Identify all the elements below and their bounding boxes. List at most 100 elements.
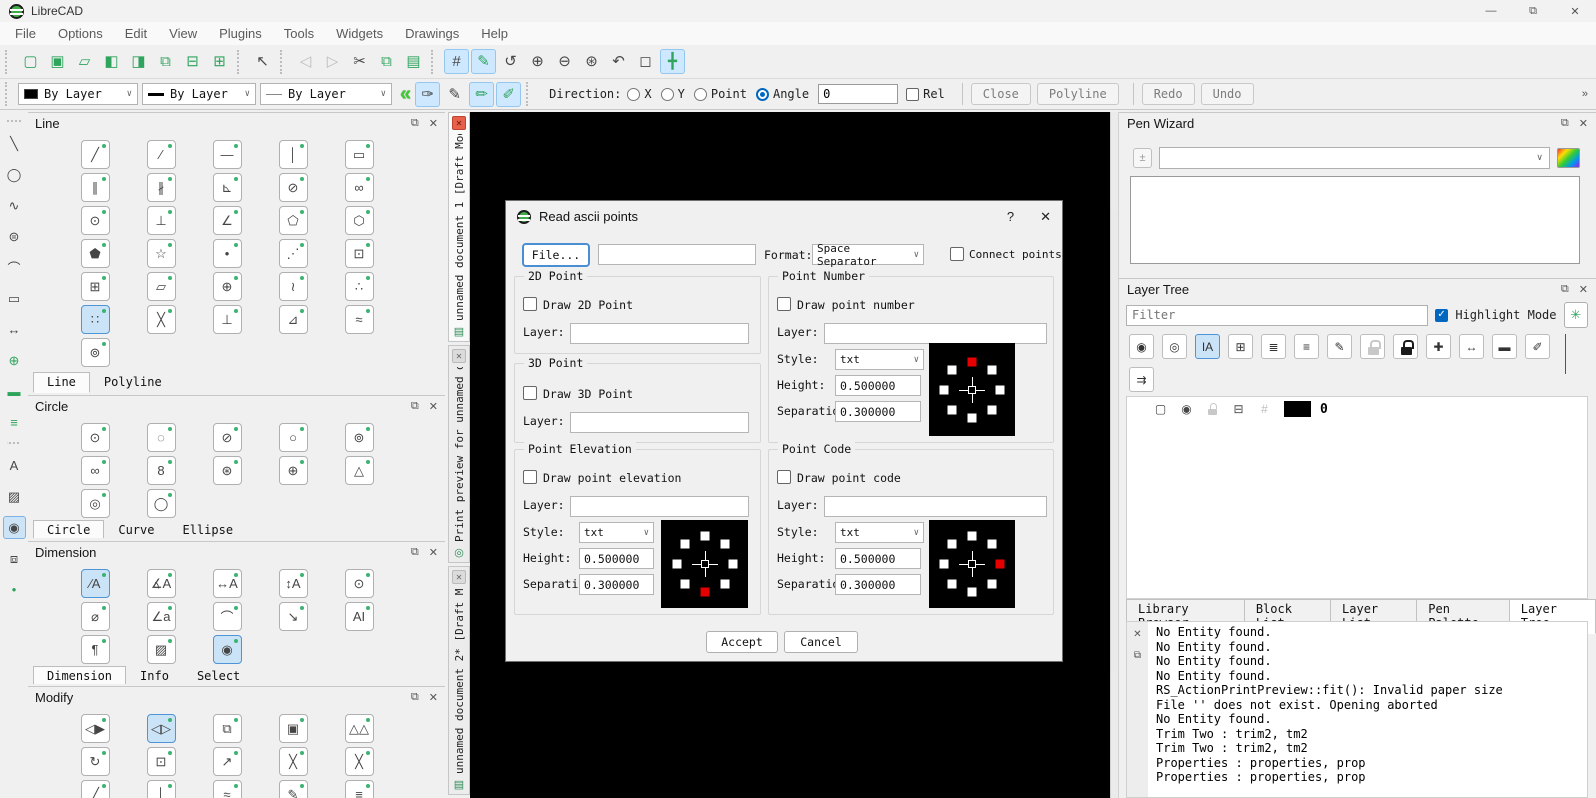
modify-rotate[interactable]: ↻ bbox=[81, 747, 110, 776]
points-chain[interactable]: ∴ bbox=[345, 272, 374, 301]
close-button[interactable]: ✕ bbox=[1554, 0, 1596, 22]
draw-3d-point-checkbox[interactable] bbox=[523, 386, 537, 400]
style-number-select[interactable]: txt ∨ bbox=[835, 349, 924, 370]
circle-point-pattern[interactable]: ⊚ bbox=[81, 338, 110, 367]
line-tangent-two-circles[interactable]: ∞ bbox=[345, 173, 374, 202]
parallelogram[interactable]: ▱ bbox=[147, 272, 176, 301]
draw-point-code-checkbox[interactable] bbox=[777, 470, 791, 484]
menu-plugins[interactable]: Plugins bbox=[208, 23, 273, 44]
dim-radial[interactable]: ⊙ bbox=[345, 569, 374, 598]
toolbar-handle[interactable] bbox=[237, 50, 246, 74]
modify-properties[interactable]: ✎ bbox=[279, 780, 308, 798]
modify-trim-two[interactable]: ╳ bbox=[345, 747, 374, 776]
layer-print-icon[interactable]: ⊟ bbox=[1229, 400, 1248, 418]
zoom-previous-button[interactable]: ↶ bbox=[606, 49, 631, 74]
dim-vertical[interactable]: ↕A bbox=[279, 569, 308, 598]
layers-sort-top-button[interactable]: ≡ bbox=[1294, 334, 1319, 359]
close-polyline-button[interactable]: Close bbox=[971, 83, 1031, 105]
layers-show-all-button[interactable]: ◉ bbox=[1129, 334, 1154, 359]
polygon-two-corners[interactable]: ⬟ bbox=[81, 239, 110, 268]
separation-code-input[interactable] bbox=[835, 574, 921, 595]
menu-widgets[interactable]: Widgets bbox=[325, 23, 394, 44]
modify-move[interactable]: ◁▶ bbox=[81, 714, 110, 743]
open-file-button[interactable]: ▱ bbox=[72, 49, 97, 74]
draw-2d-point-checkbox[interactable] bbox=[523, 297, 537, 311]
save-button[interactable]: ◧ bbox=[99, 49, 124, 74]
modify-trim[interactable]: ╳ bbox=[279, 747, 308, 776]
tool-hatch[interactable]: ▨ bbox=[3, 485, 26, 508]
pen-wizard-adjust-button[interactable]: ± bbox=[1133, 148, 1152, 168]
zoom-window-button[interactable]: ◻ bbox=[633, 49, 658, 74]
layer-pen-button[interactable]: ✎ bbox=[1327, 334, 1352, 359]
print-button[interactable]: ⊟ bbox=[180, 49, 205, 74]
copy-button[interactable]: ⧉ bbox=[374, 49, 399, 74]
line-angle-relative[interactable]: ∠ bbox=[213, 206, 242, 235]
pen-color-select[interactable]: By Layer ∨ bbox=[18, 83, 138, 105]
pen-apply-button[interactable]: ✏ bbox=[469, 82, 494, 107]
undo-button[interactable]: Undo bbox=[1201, 83, 1254, 105]
zoom-out-button[interactable]: ⊖ bbox=[552, 49, 577, 74]
line-extend[interactable]: ╳ bbox=[147, 305, 176, 334]
tool-move-rotate[interactable]: ⊕ bbox=[3, 349, 26, 372]
file-path-input[interactable] bbox=[598, 244, 756, 265]
pen-width-select[interactable]: By Layer ∨ bbox=[142, 83, 256, 105]
circle-center-radius[interactable]: ⊚ bbox=[345, 423, 374, 452]
tool-point[interactable]: • bbox=[3, 578, 26, 601]
layers-lock-all-button[interactable] bbox=[1393, 334, 1418, 359]
close-panel-icon[interactable]: ✕ bbox=[429, 691, 438, 704]
close-panel-icon[interactable]: ✕ bbox=[429, 546, 438, 559]
layer-dimension-button[interactable]: ↔ bbox=[1459, 334, 1484, 359]
back-chevron-button[interactable]: « bbox=[400, 83, 411, 106]
modify-isometric[interactable]: ⧉ bbox=[213, 714, 242, 743]
float-panel-icon[interactable]: ⧉ bbox=[1561, 117, 1569, 130]
layer-remove-button[interactable]: ▬ bbox=[1492, 334, 1517, 359]
toolbar-handle[interactable] bbox=[5, 50, 14, 74]
dim-horizontal[interactable]: ↔A bbox=[213, 569, 242, 598]
line-bisector[interactable]: ⊾ bbox=[213, 173, 242, 202]
layer-3d-input[interactable] bbox=[570, 412, 749, 433]
line-vertical[interactable]: │ bbox=[279, 140, 308, 169]
modify-stretch[interactable]: ≈ bbox=[213, 780, 242, 798]
spline-points[interactable]: ≀ bbox=[279, 272, 308, 301]
close-panel-icon[interactable]: ✕ bbox=[1579, 117, 1588, 130]
style-elevation-select[interactable]: txt ∨ bbox=[579, 522, 654, 543]
polygon-center-tangent[interactable]: ⬡ bbox=[345, 206, 374, 235]
circle-tangent-circle-line[interactable]: ⊛ bbox=[213, 456, 242, 485]
tool-ellipse[interactable]: ⊜ bbox=[3, 225, 26, 248]
line-parallel-through-point[interactable]: ∦ bbox=[147, 173, 176, 202]
close-panel-icon[interactable]: ✕ bbox=[429, 117, 438, 130]
modify-scale[interactable]: ↗ bbox=[213, 747, 242, 776]
direction-point-radio[interactable]: Point bbox=[694, 87, 747, 101]
layer-number-input[interactable] bbox=[824, 323, 1047, 344]
layers-unlock-all-button[interactable] bbox=[1360, 334, 1385, 359]
tab-polyline[interactable]: Polyline bbox=[90, 372, 176, 393]
doc-tab-close-icon[interactable]: ✕ bbox=[452, 116, 466, 130]
separation-elevation-input[interactable] bbox=[579, 574, 654, 595]
line-triangle[interactable]: ⊿ bbox=[279, 305, 308, 334]
next-document-button[interactable]: ▷ bbox=[320, 49, 345, 74]
new-document-button[interactable]: ▢ bbox=[18, 49, 43, 74]
cancel-button[interactable]: Cancel bbox=[784, 631, 858, 653]
points-line[interactable]: ⋰ bbox=[279, 239, 308, 268]
layer-dim-button[interactable]: ⊞ bbox=[1228, 334, 1253, 359]
new-from-template-button[interactable]: ▣ bbox=[45, 49, 70, 74]
line-freehand[interactable]: ≈ bbox=[345, 305, 374, 334]
draft-mode-button[interactable]: ✎ bbox=[471, 49, 496, 74]
dim-aligned[interactable]: ∕A bbox=[81, 569, 110, 598]
modify-mirror[interactable]: ◁▷ bbox=[147, 714, 176, 743]
dim-mtext[interactable]: ¶ bbox=[81, 635, 110, 664]
direction-angle-radio[interactable]: Angle bbox=[756, 87, 809, 101]
doc-tab-close-icon[interactable]: ✕ bbox=[452, 349, 466, 363]
draw-point-elevation-checkbox[interactable] bbox=[523, 470, 537, 484]
modify-mirror-axis[interactable]: △△ bbox=[345, 714, 374, 743]
direction-x-radio[interactable]: X bbox=[627, 87, 651, 101]
tab-circle[interactable]: Circle bbox=[33, 520, 104, 538]
layer-rename-button[interactable]: IA bbox=[1195, 334, 1220, 359]
redraw-button[interactable]: ↺ bbox=[498, 49, 523, 74]
modify-bevel[interactable]: ╱ bbox=[81, 780, 110, 798]
restore-button[interactable]: ⧉ bbox=[1512, 0, 1554, 22]
modify-attributes[interactable]: ≡ bbox=[345, 780, 374, 798]
toolbar-handle[interactable] bbox=[526, 82, 535, 106]
direction-y-radio[interactable]: Y bbox=[661, 87, 685, 101]
float-panel-icon[interactable]: ⧉ bbox=[411, 546, 419, 559]
